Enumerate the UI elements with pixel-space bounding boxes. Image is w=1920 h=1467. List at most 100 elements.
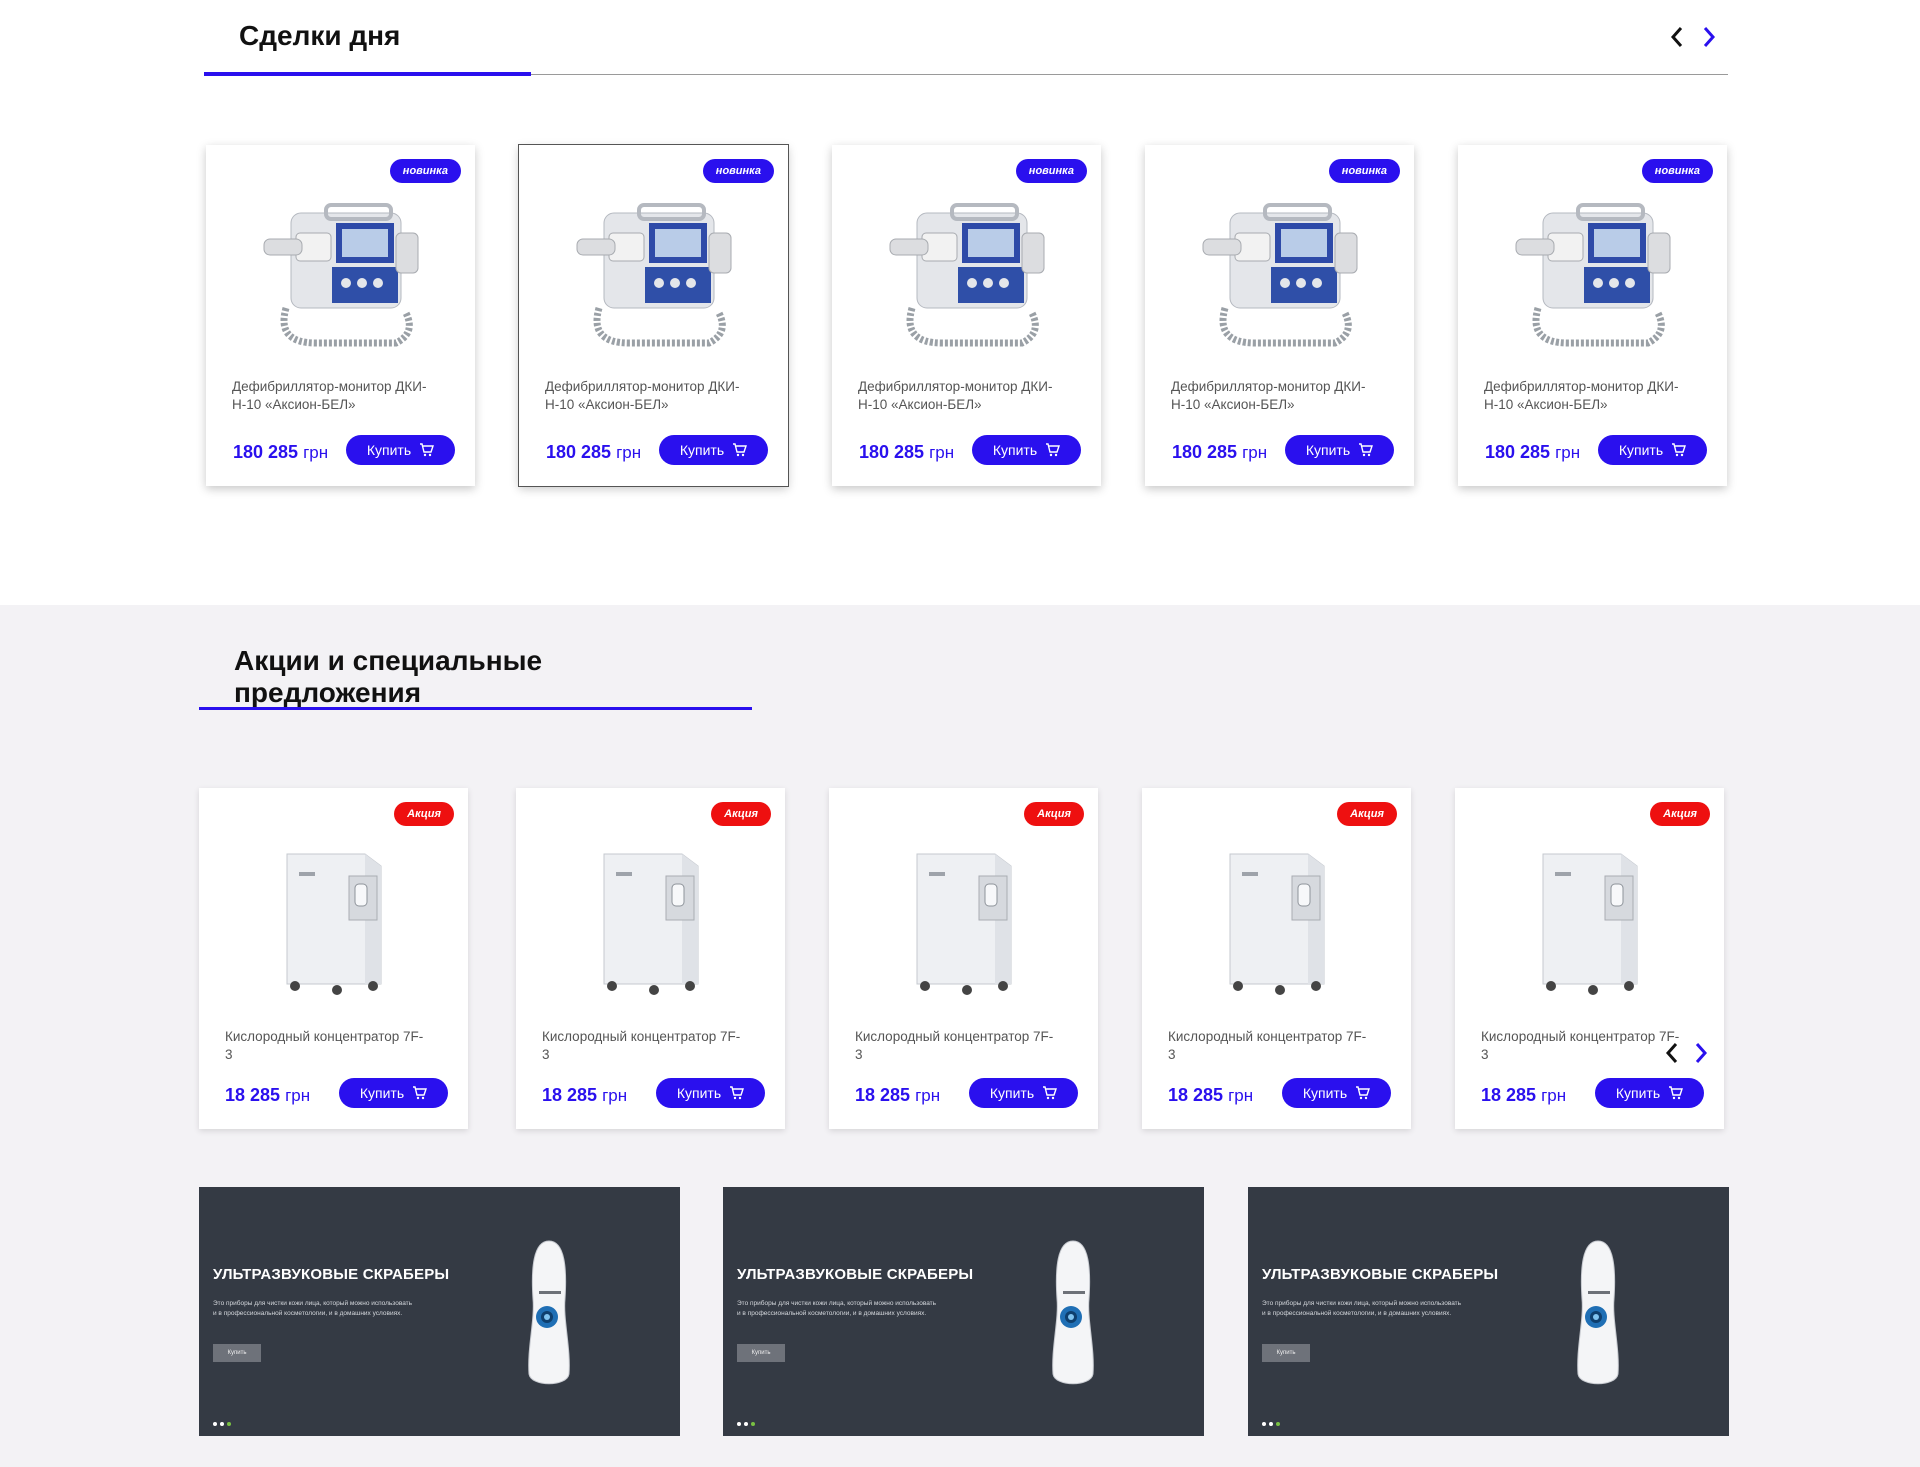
price-value: 180 285 bbox=[859, 442, 925, 462]
ultrasonic-scrubber-image bbox=[528, 1240, 570, 1385]
product-card[interactable]: Акция Кислородный концентратор 7F-3 18 2… bbox=[829, 788, 1098, 1129]
oxygen-concentrator-image bbox=[1229, 853, 1324, 995]
buy-button[interactable]: Купить bbox=[1285, 435, 1394, 465]
buy-button[interactable]: Купить bbox=[1598, 435, 1707, 465]
cart-icon bbox=[1359, 443, 1374, 457]
carousel-next-button[interactable] bbox=[1698, 22, 1720, 52]
buy-button-label: Купить bbox=[1615, 1085, 1661, 1101]
banner-buy-button[interactable]: Купить bbox=[213, 1344, 261, 1362]
product-name[interactable]: Кислородный концентратор 7F-3 bbox=[1168, 1028, 1368, 1064]
product-name[interactable]: Кислородный концентратор 7F-3 bbox=[225, 1028, 425, 1064]
product-card[interactable]: Акция Кислородный концентратор 7F-3 18 2… bbox=[199, 788, 468, 1129]
price-currency: грн bbox=[1541, 1086, 1567, 1105]
oxygen-concentrator-image bbox=[1542, 853, 1637, 995]
carousel-prev-button[interactable] bbox=[1661, 1038, 1683, 1068]
product-price: 180 285 грн bbox=[1485, 442, 1580, 463]
product-price: 18 285 грн bbox=[542, 1085, 627, 1106]
product-name[interactable]: Дефибриллятор-монитор ДКИ-Н-10 «Аксион-Б… bbox=[232, 378, 432, 414]
deals-section: Сделки дня новинка Дефибриллятор-монитор… bbox=[0, 0, 1920, 605]
sale-badge: Акция bbox=[1024, 802, 1084, 826]
pagination-dot-active[interactable] bbox=[751, 1422, 755, 1426]
price-currency: грн bbox=[1228, 1086, 1254, 1105]
product-name[interactable]: Дефибриллятор-монитор ДКИ-Н-10 «Аксион-Б… bbox=[1484, 378, 1684, 414]
pagination-dot-active[interactable] bbox=[227, 1422, 231, 1426]
price-value: 18 285 bbox=[225, 1085, 281, 1105]
buy-button[interactable]: Купить bbox=[659, 435, 768, 465]
product-name[interactable]: Кислородный концентратор 7F-3 bbox=[1481, 1028, 1681, 1064]
buy-button-label: Купить bbox=[359, 1085, 405, 1101]
sale-badge: Акция bbox=[1337, 802, 1397, 826]
buy-button-label: Купить bbox=[676, 1085, 722, 1101]
product-price: 18 285 грн bbox=[225, 1085, 310, 1106]
buy-button-label: Купить bbox=[989, 1085, 1035, 1101]
buy-button[interactable]: Купить bbox=[1282, 1078, 1391, 1108]
buy-button[interactable]: Купить bbox=[969, 1078, 1078, 1108]
buy-button[interactable]: Купить bbox=[346, 435, 455, 465]
promo-banner[interactable]: УЛЬТРАЗВУКОВЫЕ СКРАБЕРЫ Это приборы для … bbox=[723, 1187, 1204, 1436]
product-name[interactable]: Дефибриллятор-монитор ДКИ-Н-10 «Аксион-Б… bbox=[545, 378, 745, 414]
cart-icon bbox=[1669, 1086, 1684, 1100]
pagination-dot[interactable] bbox=[1262, 1422, 1266, 1426]
oxygen-concentrator-image bbox=[916, 853, 1011, 995]
banner-buy-button[interactable]: Купить bbox=[737, 1344, 785, 1362]
defibrillator-image bbox=[1202, 203, 1357, 347]
buy-button-label: Купить bbox=[1302, 1085, 1348, 1101]
banner-pagination bbox=[737, 1422, 755, 1426]
defibrillator-image bbox=[1515, 203, 1670, 347]
pagination-dot-active[interactable] bbox=[1276, 1422, 1280, 1426]
product-price: 180 285 грн bbox=[233, 442, 328, 463]
cart-icon bbox=[1356, 1086, 1371, 1100]
product-card[interactable]: Акция Кислородный концентратор 7F-3 18 2… bbox=[1455, 788, 1724, 1129]
chevron-right-icon bbox=[1695, 1043, 1708, 1063]
product-price: 18 285 грн bbox=[855, 1085, 940, 1106]
product-price: 180 285 грн bbox=[546, 442, 641, 463]
cart-icon bbox=[733, 443, 748, 457]
buy-button[interactable]: Купить bbox=[972, 435, 1081, 465]
price-currency: грн bbox=[1242, 443, 1268, 462]
promo-banner[interactable]: УЛЬТРАЗВУКОВЫЕ СКРАБЕРЫ Это приборы для … bbox=[199, 1187, 680, 1436]
title-underline bbox=[204, 72, 531, 76]
ultrasonic-scrubber-image bbox=[1052, 1240, 1094, 1385]
pagination-dot[interactable] bbox=[220, 1422, 224, 1426]
cart-icon bbox=[1046, 443, 1061, 457]
defibrillator-image bbox=[576, 203, 731, 347]
buy-button[interactable]: Купить bbox=[339, 1078, 448, 1108]
carousel-next-button[interactable] bbox=[1690, 1038, 1712, 1068]
banner-text: Это приборы для чистки кожи лица, которы… bbox=[213, 1300, 413, 1317]
carousel-prev-button[interactable] bbox=[1666, 22, 1688, 52]
oxygen-concentrator-image bbox=[286, 853, 381, 995]
buy-button[interactable]: Купить bbox=[656, 1078, 765, 1108]
banner-text: Это приборы для чистки кожи лица, которы… bbox=[737, 1300, 937, 1317]
pagination-dot[interactable] bbox=[737, 1422, 741, 1426]
product-name[interactable]: Кислородный концентратор 7F-3 bbox=[542, 1028, 742, 1064]
buy-button[interactable]: Купить bbox=[1595, 1078, 1704, 1108]
product-card[interactable]: новинка Дефибриллятор-монитор ДКИ-Н-10 «… bbox=[832, 145, 1101, 486]
sale-badge: Акция bbox=[711, 802, 771, 826]
promo-title: Акции и специальные предложения bbox=[234, 645, 543, 708]
price-value: 180 285 bbox=[546, 442, 612, 462]
defibrillator-image bbox=[263, 203, 418, 347]
banner-title: УЛЬТРАЗВУКОВЫЕ СКРАБЕРЫ bbox=[737, 1266, 974, 1283]
banner-buy-button[interactable]: Купить bbox=[1262, 1344, 1310, 1362]
price-currency: грн bbox=[303, 443, 329, 462]
pagination-dot[interactable] bbox=[1269, 1422, 1273, 1426]
ultrasonic-scrubber-image bbox=[1577, 1240, 1619, 1385]
price-currency: грн bbox=[915, 1086, 941, 1105]
pagination-dot[interactable] bbox=[213, 1422, 217, 1426]
product-name[interactable]: Дефибриллятор-монитор ДКИ-Н-10 «Аксион-Б… bbox=[858, 378, 1058, 414]
new-badge: новинка bbox=[1328, 159, 1400, 183]
price-value: 18 285 bbox=[542, 1085, 598, 1105]
product-card[interactable]: новинка Дефибриллятор-монитор ДКИ-Н-10 «… bbox=[206, 145, 475, 486]
promo-banner[interactable]: УЛЬТРАЗВУКОВЫЕ СКРАБЕРЫ Это приборы для … bbox=[1248, 1187, 1729, 1436]
oxygen-concentrator-image bbox=[603, 853, 698, 995]
price-value: 18 285 bbox=[1481, 1085, 1537, 1105]
product-card[interactable]: новинка Дефибриллятор-монитор ДКИ-Н-10 «… bbox=[518, 144, 789, 487]
pagination-dot[interactable] bbox=[744, 1422, 748, 1426]
product-card[interactable]: Акция Кислородный концентратор 7F-3 18 2… bbox=[516, 788, 785, 1129]
product-name[interactable]: Дефибриллятор-монитор ДКИ-Н-10 «Аксион-Б… bbox=[1171, 378, 1371, 414]
product-card[interactable]: Акция Кислородный концентратор 7F-3 18 2… bbox=[1142, 788, 1411, 1129]
product-card[interactable]: новинка Дефибриллятор-монитор ДКИ-Н-10 «… bbox=[1458, 145, 1727, 486]
defibrillator-image bbox=[889, 203, 1044, 347]
product-card[interactable]: новинка Дефибриллятор-монитор ДКИ-Н-10 «… bbox=[1145, 145, 1414, 486]
product-name[interactable]: Кислородный концентратор 7F-3 bbox=[855, 1028, 1055, 1064]
